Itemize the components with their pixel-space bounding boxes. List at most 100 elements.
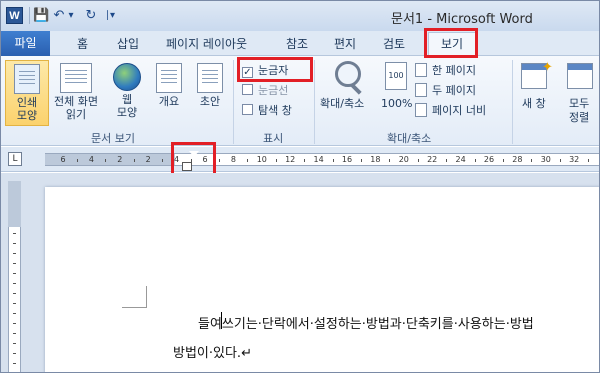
ruler-tick: [531, 159, 533, 162]
ruler-tick: [105, 159, 107, 162]
full-screen-reading-icon: [60, 63, 92, 93]
tab-page-layout[interactable]: 페이지 레이아웃: [166, 35, 247, 52]
full-screen-reading-button[interactable]: 전체 화면 읽기: [49, 60, 103, 126]
vertical-ruler-tick: [13, 283, 16, 284]
full-screen-reading-label: 전체 화면: [54, 95, 98, 108]
ruler-number: 30: [540, 155, 551, 164]
ruler-tick: [588, 159, 590, 162]
tab-insert[interactable]: 삽입: [117, 35, 139, 52]
page-width-icon: [415, 103, 427, 117]
vertical-ruler-tick: [13, 353, 16, 354]
zoom-100-icon[interactable]: 100: [385, 62, 407, 90]
ruler-number: 20: [398, 155, 409, 164]
word-window: W 💾 ↶ ▾ ↻ ∣▾ 문서1 - Microsoft Word 파일 홈 삽…: [0, 0, 600, 373]
group-separator: [233, 60, 234, 144]
ruler-tick: [503, 159, 504, 162]
ruler-number: 12: [285, 155, 296, 164]
page-width-button[interactable]: 페이지 너비: [415, 102, 511, 120]
one-page-label: 한 페이지: [432, 64, 476, 77]
document-page[interactable]: [45, 187, 599, 372]
draft-icon: [197, 63, 223, 93]
ruler-tick: [275, 159, 277, 162]
vertical-ruler-tick: [13, 333, 16, 334]
draft-button[interactable]: 초안: [188, 60, 232, 126]
tab-selector-icon[interactable]: L: [8, 152, 22, 166]
two-pages-icon: [415, 83, 427, 97]
ruler-tick: [474, 159, 476, 162]
vertical-ruler-tick: [13, 303, 16, 304]
ruler-number: 6: [60, 155, 66, 164]
arrange-all-label[interactable]: 모두: [569, 97, 589, 110]
group-separator: [512, 60, 513, 144]
ruler-tick: [389, 159, 391, 162]
qat-separator: [29, 7, 30, 24]
group-label-show: 표시: [263, 132, 284, 145]
two-pages-label: 두 페이지: [432, 84, 476, 97]
ruler-tick: [361, 159, 362, 162]
document-text-line-1[interactable]: 들여쓰기는·단락에서·설정하는·방법과·단축키를·사용하는·방법: [198, 313, 534, 332]
vertical-ruler-tick: [13, 243, 16, 244]
save-icon[interactable]: 💾: [33, 7, 49, 24]
print-layout-button[interactable]: 인쇄 모양: [5, 60, 49, 126]
margin-crop-mark: [146, 286, 147, 308]
ruler-number: 2: [117, 155, 123, 164]
customize-qat-icon[interactable]: ∣▾: [102, 7, 118, 24]
ruler-tick: [219, 159, 220, 162]
web-layout-button[interactable]: 웹 모양: [105, 60, 149, 126]
zoom-button-label[interactable]: 확대/축소: [320, 97, 364, 110]
ruler-tick: [417, 159, 419, 162]
print-layout-label: 인쇄: [16, 96, 38, 109]
ruler-number: 26: [483, 155, 495, 164]
arrange-all-icon[interactable]: [567, 63, 593, 89]
document-text-line-2[interactable]: 방법이·있다.↵: [173, 342, 252, 361]
vertical-ruler-tick: [13, 263, 16, 264]
ruler-tick: [446, 159, 448, 162]
gridlines-checkbox-label: 눈금선: [258, 84, 289, 97]
vertical-ruler-tick: [13, 363, 16, 364]
vertical-ruler-tick: [13, 313, 16, 314]
page-width-label: 페이지 너비: [432, 104, 487, 117]
tab-file[interactable]: 파일: [1, 31, 50, 56]
ruler-number: 18: [370, 155, 381, 164]
vertical-ruler-tick: [13, 253, 16, 254]
navigation-pane-checkbox[interactable]: 탐색 창: [242, 103, 322, 119]
tab-home[interactable]: 홈: [77, 35, 88, 52]
ruler-number: 8: [230, 155, 236, 164]
one-page-button[interactable]: 한 페이지: [415, 62, 511, 80]
redo-icon[interactable]: ↻: [83, 7, 99, 24]
print-layout-icon: [14, 64, 40, 94]
draft-label: 초안: [199, 95, 221, 108]
ruler-number: 2: [145, 155, 151, 164]
ruler-tick: [77, 159, 78, 162]
ruler-number: 28: [512, 155, 523, 164]
web-layout-label: 웹: [121, 93, 133, 106]
two-pages-button[interactable]: 두 페이지: [415, 82, 511, 100]
new-window-star-icon: ✦: [542, 60, 553, 75]
vertical-ruler-tick: [13, 273, 16, 274]
undo-dropdown-icon[interactable]: ▾: [66, 7, 76, 24]
navigation-pane-checkbox-label: 탐색 창: [258, 104, 292, 117]
undo-icon[interactable]: ↶: [52, 7, 66, 24]
zoom-100-button-label[interactable]: 100%: [381, 97, 412, 110]
highlight-view-tab: [424, 28, 478, 58]
vertical-ruler-tick: [13, 233, 16, 234]
ruler-number: 14: [313, 155, 324, 164]
new-window-label[interactable]: 새 창: [522, 97, 546, 110]
tab-references[interactable]: 참조: [286, 35, 308, 52]
arrange-all-label-2[interactable]: 정렬: [569, 111, 589, 124]
tab-review[interactable]: 검토: [383, 35, 405, 52]
group-label-document-views: 문서 보기: [91, 132, 135, 145]
gridlines-checkbox[interactable]: 눈금선: [242, 83, 322, 99]
zoom-magnifier-icon[interactable]: [335, 61, 361, 87]
ruler-number: 32: [569, 155, 580, 164]
vertical-ruler-tick: [13, 323, 16, 324]
word-logo-icon[interactable]: W: [6, 7, 23, 24]
group-label-zoom: 확대/축소: [387, 132, 432, 145]
web-layout-icon: [113, 63, 141, 91]
ruler-number: 10: [256, 155, 267, 164]
outline-button[interactable]: 개요: [147, 60, 191, 126]
vertical-ruler-tick: [13, 343, 16, 344]
ruler-number: 16: [341, 155, 353, 164]
tab-mailings[interactable]: 편지: [334, 35, 356, 52]
vertical-ruler-tick: [13, 293, 16, 294]
